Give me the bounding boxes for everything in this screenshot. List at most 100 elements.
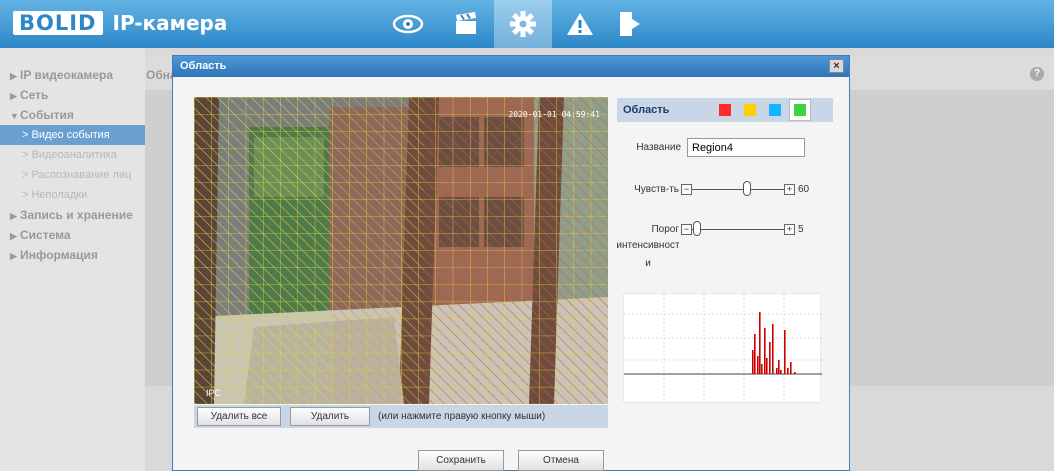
eye-icon[interactable] [380, 0, 436, 48]
sensitivity-decrease-button[interactable]: − [681, 184, 692, 195]
nav-settings[interactable] [494, 0, 552, 48]
sidebar-item-label: IP видеокамера [20, 68, 114, 82]
chevron-right-icon: ▶ [10, 251, 17, 261]
gear-icon[interactable] [494, 0, 552, 48]
motion-graph-bar [757, 356, 759, 374]
camera-scene [194, 97, 608, 404]
delete-hint: (или нажмите правую кнопку мыши) [378, 411, 546, 422]
motion-graph-bar [754, 334, 756, 374]
region-dialog: Область × 2020-01-01 04:59:41 IPC Удалит… [172, 55, 850, 471]
threshold-label-line1: Порог [651, 224, 679, 235]
sidebar-item-label: Информация [20, 248, 98, 262]
sensitivity-slider[interactable]: − + 60 [681, 181, 821, 196]
brand-logo: BOLID IP-камера [13, 9, 227, 37]
threshold-decrease-button[interactable]: − [681, 224, 692, 235]
motion-graph-bar [769, 342, 771, 374]
top-header: BOLID IP-камера [0, 0, 1054, 48]
nav-playback[interactable] [438, 0, 494, 48]
region-panel-title: Область [623, 104, 670, 116]
help-icon[interactable]: ? [1030, 67, 1044, 81]
chevron-right-icon: ▶ [10, 231, 17, 241]
sidebar-item-label: Запись и хранение [20, 208, 133, 222]
color-swatch-yellow[interactable] [744, 104, 756, 116]
motion-graph-bar [772, 324, 774, 374]
delete-all-button[interactable]: Удалить все [197, 407, 281, 426]
dialog-title: Область [180, 60, 227, 72]
sidebar-item-label: События [20, 108, 74, 122]
nav-logout[interactable] [608, 0, 652, 48]
name-label: Название [636, 142, 681, 153]
sidebar-item-label: Система [20, 228, 71, 242]
region-name-input[interactable] [687, 138, 805, 157]
motion-graph-bar [794, 372, 796, 374]
camera-timestamp: 2020-01-01 04:59:41 [508, 110, 600, 119]
threshold-thumb[interactable] [692, 221, 701, 236]
sensitivity-value: 60 [798, 184, 810, 195]
close-button[interactable]: × [829, 59, 844, 73]
app-title: IP-камера [112, 11, 228, 35]
threshold-track [692, 229, 784, 230]
dialog-body: 2020-01-01 04:59:41 IPC Удалить все Удал… [173, 77, 849, 471]
dialog-footer: Сохранить Отмена [173, 450, 849, 471]
camera-view[interactable]: 2020-01-01 04:59:41 IPC [194, 97, 608, 404]
sidebar-subitem-face-recognition[interactable]: > Распознавание лиц [0, 165, 145, 185]
sidebar-item-label: Сеть [20, 88, 49, 102]
sidebar-subitem-label: Видео события [31, 129, 110, 141]
motion-graph-bar [752, 350, 754, 374]
sidebar-item-info[interactable]: ▶ Информация [0, 245, 145, 265]
threshold-increase-button[interactable]: + [784, 224, 795, 235]
color-swatch-blue[interactable] [769, 104, 781, 116]
motion-graph-bar [784, 330, 786, 374]
motion-graph-canvas [624, 294, 822, 404]
sidebar-item-network[interactable]: ▶ Сеть [0, 85, 145, 105]
warning-icon[interactable] [552, 0, 608, 48]
chevron-right-icon: ▶ [10, 211, 17, 221]
save-button[interactable]: Сохранить [418, 450, 504, 471]
sensitivity-label: Чувств-ть [634, 184, 679, 195]
sensitivity-track [692, 189, 784, 190]
sensitivity-thumb[interactable] [743, 181, 752, 196]
logout-icon[interactable] [608, 0, 652, 48]
logo-mark: BOLID [13, 11, 103, 35]
sidebar-subitem-video-analytics[interactable]: > Видеоаналитика [0, 145, 145, 165]
clapperboard-icon[interactable] [438, 0, 494, 48]
motion-graph-bar [787, 368, 789, 374]
color-swatch-green[interactable] [794, 104, 806, 116]
sidebar-subitem-label: Распознавание лиц [31, 169, 132, 181]
motion-graph-bar [761, 364, 763, 374]
nav-live[interactable] [380, 0, 436, 48]
camera-channel-label: IPC [206, 388, 222, 398]
chevron-right-icon: ▶ [10, 71, 17, 81]
motion-graph-bar [778, 360, 780, 374]
nav-alarm[interactable] [552, 0, 608, 48]
motion-graph-bar [759, 312, 761, 374]
delete-button[interactable]: Удалить [290, 407, 370, 426]
threshold-label-line3: и [645, 258, 651, 269]
motion-graph-bar [766, 358, 768, 374]
threshold-slider[interactable]: − + 5 [681, 221, 821, 236]
sidebar: ▶ IP видеокамера ▶ Сеть ▼События > Видео с… [0, 48, 145, 471]
threshold-value: 5 [798, 224, 804, 235]
sidebar-subitem-label: Неполадки [31, 189, 88, 201]
sidebar-item-events[interactable]: ▼События [0, 105, 145, 125]
motion-graph-bar [776, 368, 778, 374]
chevron-right-icon: ▶ [10, 91, 17, 101]
chevron-down-icon: ▼ [10, 111, 19, 121]
dialog-header: Область × [173, 56, 849, 77]
sidebar-subitem-faults[interactable]: > Неполадки [0, 185, 145, 205]
threshold-label-line2: интенсивност [616, 240, 680, 251]
sidebar-item-ip-camera[interactable]: ▶ IP видеокамера [0, 65, 145, 85]
camera-toolbar: Удалить все Удалить (или нажмите правую … [194, 405, 608, 428]
color-swatch-red[interactable] [719, 104, 731, 116]
sidebar-subitem-label: Видеоаналитика [31, 149, 117, 161]
motion-graph [623, 293, 822, 404]
cancel-button[interactable]: Отмена [518, 450, 604, 471]
sensitivity-increase-button[interactable]: + [784, 184, 795, 195]
sidebar-item-system[interactable]: ▶ Система [0, 225, 145, 245]
region-panel-header: Область [617, 98, 833, 122]
sidebar-subitem-video-events[interactable]: > Видео события [0, 125, 145, 145]
motion-graph-bar [764, 328, 766, 374]
sidebar-item-storage[interactable]: ▶ Запись и хранение [0, 205, 145, 225]
motion-graph-bar [780, 370, 782, 374]
motion-graph-bar [790, 362, 792, 374]
